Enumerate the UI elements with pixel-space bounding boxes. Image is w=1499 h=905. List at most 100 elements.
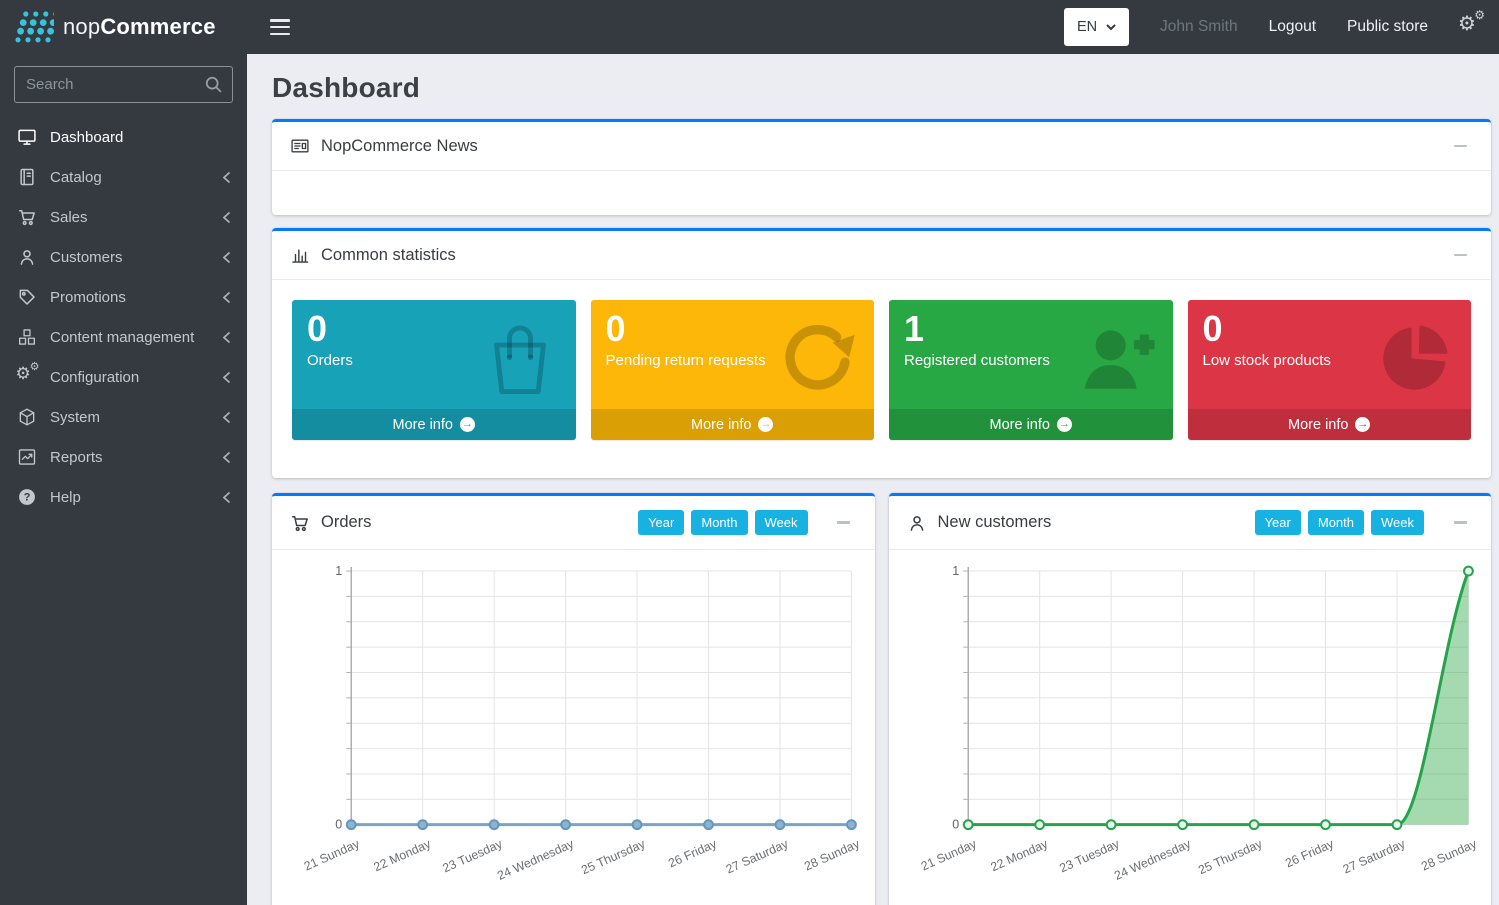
cube-icon	[15, 407, 38, 427]
more-info-label: More info	[1288, 417, 1348, 433]
more-info-label: More info	[393, 417, 453, 433]
refresh-icon	[776, 316, 860, 400]
svg-text:25 Thursday: 25 Thursday	[1196, 836, 1265, 877]
sidebar-item-label: Promotions	[50, 289, 210, 306]
collapse-button[interactable]	[831, 513, 857, 533]
chevron-left-icon	[222, 451, 231, 464]
svg-text:26 Friday: 26 Friday	[1283, 836, 1336, 870]
statistics-panel-header: Common statistics	[272, 231, 1491, 280]
stat-tile-orders: 0OrdersMore info→	[292, 300, 576, 440]
period-button-year[interactable]: Year	[1255, 510, 1301, 535]
new-customers-chart-title: New customers	[938, 513, 1052, 532]
news-panel-title: NopCommerce News	[321, 137, 478, 156]
search-input[interactable]	[14, 66, 233, 103]
shopping-bag-icon	[478, 316, 562, 400]
chevron-left-icon	[222, 371, 231, 384]
more-info-link[interactable]: More info→	[889, 409, 1173, 440]
sidebar-item-label: Reports	[50, 449, 210, 466]
period-button-week[interactable]: Week	[1371, 510, 1424, 535]
period-button-week[interactable]: Week	[755, 510, 808, 535]
language-select[interactable]: EN	[1064, 8, 1129, 46]
more-info-link[interactable]: More info →	[292, 409, 576, 440]
orders-chart-header: Orders YearMonthWeek	[272, 496, 875, 550]
more-info-link[interactable]: More info →	[591, 409, 875, 440]
chevron-left-icon	[222, 331, 231, 344]
sidebar-item-label: Customers	[50, 249, 210, 266]
charts-row: Orders YearMonthWeek 1021 Sunday22 Monda…	[272, 493, 1491, 905]
search-icon[interactable]	[203, 74, 224, 95]
logout-link[interactable]: Logout	[1269, 18, 1316, 36]
orders-chart-panel: Orders YearMonthWeek 1021 Sunday22 Monda…	[272, 493, 875, 905]
user-name: John Smith	[1160, 18, 1238, 36]
topbar-right: EN John Smith Logout Public store ⚙⚙	[1064, 8, 1483, 46]
sidebar-item-system[interactable]: System	[0, 397, 247, 437]
chevron-down-icon	[1106, 24, 1116, 31]
svg-text:28 Sunday: 28 Sunday	[1419, 836, 1479, 873]
period-button-year[interactable]: Year	[638, 510, 684, 535]
sidebar-item-configuration[interactable]: ⚙⚙Configuration	[0, 357, 247, 397]
collapse-button[interactable]	[1447, 513, 1473, 533]
stat-tile-pending-return-requests: 0Pending return requestsMore info→	[591, 300, 875, 440]
app-root: nopCommerce Dashboard Catalog Sales Custome…	[0, 0, 1499, 905]
public-store-link[interactable]: Public store	[1347, 18, 1428, 36]
sidebar-item-dashboard[interactable]: Dashboard	[0, 117, 247, 157]
more-info-label: More info	[990, 417, 1050, 433]
arrow-circle-right-icon: →	[460, 417, 475, 432]
svg-text:0: 0	[952, 818, 959, 832]
main-column: EN John Smith Logout Public store ⚙⚙ Das…	[247, 0, 1499, 905]
arrow-circle-right-icon: →	[758, 417, 773, 432]
svg-text:28 Sunday: 28 Sunday	[802, 836, 862, 873]
chart-icon	[15, 447, 38, 467]
chevron-left-icon	[222, 251, 231, 264]
stat-tile-low-stock-products: 0Low stock productsMore info→	[1188, 300, 1472, 440]
settings-gears-icon[interactable]: ⚙⚙	[1459, 14, 1483, 41]
sidebar-item-help[interactable]: ?Help	[0, 477, 247, 517]
chevron-left-icon	[222, 411, 231, 424]
sidebar-item-content-management[interactable]: Content management	[0, 317, 247, 357]
period-button-month[interactable]: Month	[691, 510, 747, 535]
brand-logo-text: nopCommerce	[63, 14, 216, 40]
cubes-icon	[15, 327, 38, 347]
chevron-left-icon	[222, 491, 231, 504]
collapse-button[interactable]	[1447, 136, 1473, 156]
sidebar-item-label: Sales	[50, 209, 210, 226]
news-panel: NopCommerce News	[272, 119, 1491, 215]
content-area: Dashboard NopCommerce News Common statis…	[247, 54, 1499, 905]
user-plus-icon	[1075, 316, 1159, 400]
help-icon: ?	[15, 487, 38, 507]
collapse-button[interactable]	[1447, 245, 1473, 265]
hamburger-menu-icon[interactable]	[270, 19, 290, 35]
svg-text:1: 1	[335, 564, 342, 578]
svg-text:1: 1	[952, 564, 959, 578]
new-customers-period-buttons: Year Month Week	[1255, 510, 1424, 535]
sidebar-item-promotions[interactable]: Promotions	[0, 277, 247, 317]
sidebar-item-catalog[interactable]: Catalog	[0, 157, 247, 197]
sidebar-item-reports[interactable]: Reports	[0, 437, 247, 477]
monitor-icon	[15, 127, 38, 147]
svg-text:21 Sunday: 21 Sunday	[302, 836, 362, 873]
sidebar-item-label: Catalog	[50, 169, 210, 186]
chevron-left-icon	[222, 211, 231, 224]
more-info-label: More info	[691, 417, 751, 433]
brand-logo-icon	[12, 8, 54, 46]
svg-text:26 Friday: 26 Friday	[666, 836, 719, 870]
more-info-link[interactable]: More info→	[1188, 409, 1472, 440]
sidebar-item-sales[interactable]: Sales	[0, 197, 247, 237]
svg-text:25 Thursday: 25 Thursday	[579, 836, 648, 877]
svg-text:24 Wednesday: 24 Wednesday	[1112, 836, 1193, 882]
newspaper-icon	[290, 136, 310, 156]
new-customers-chart-body: 1021 Sunday22 Monday23 Tuesday24 Wednesd…	[889, 550, 1492, 885]
sidebar-item-customers[interactable]: Customers	[0, 237, 247, 277]
statistics-panel-title: Common statistics	[321, 246, 456, 265]
svg-text:27 Saturday: 27 Saturday	[1340, 836, 1407, 876]
user-icon	[907, 513, 927, 533]
book-icon	[15, 167, 38, 187]
new-customers-chart-svg: 1021 Sunday22 Monday23 Tuesday24 Wednesd…	[889, 554, 1492, 885]
brand-logo[interactable]: nopCommerce	[0, 0, 247, 54]
svg-text:24 Wednesday: 24 Wednesday	[495, 836, 576, 882]
cart-icon	[15, 207, 38, 227]
sidebar-item-label: System	[50, 409, 210, 426]
sidebar-menu: Dashboard Catalog Sales Customers Promotions…	[0, 117, 247, 517]
news-panel-header: NopCommerce News	[272, 122, 1491, 171]
period-button-month[interactable]: Month	[1308, 510, 1364, 535]
